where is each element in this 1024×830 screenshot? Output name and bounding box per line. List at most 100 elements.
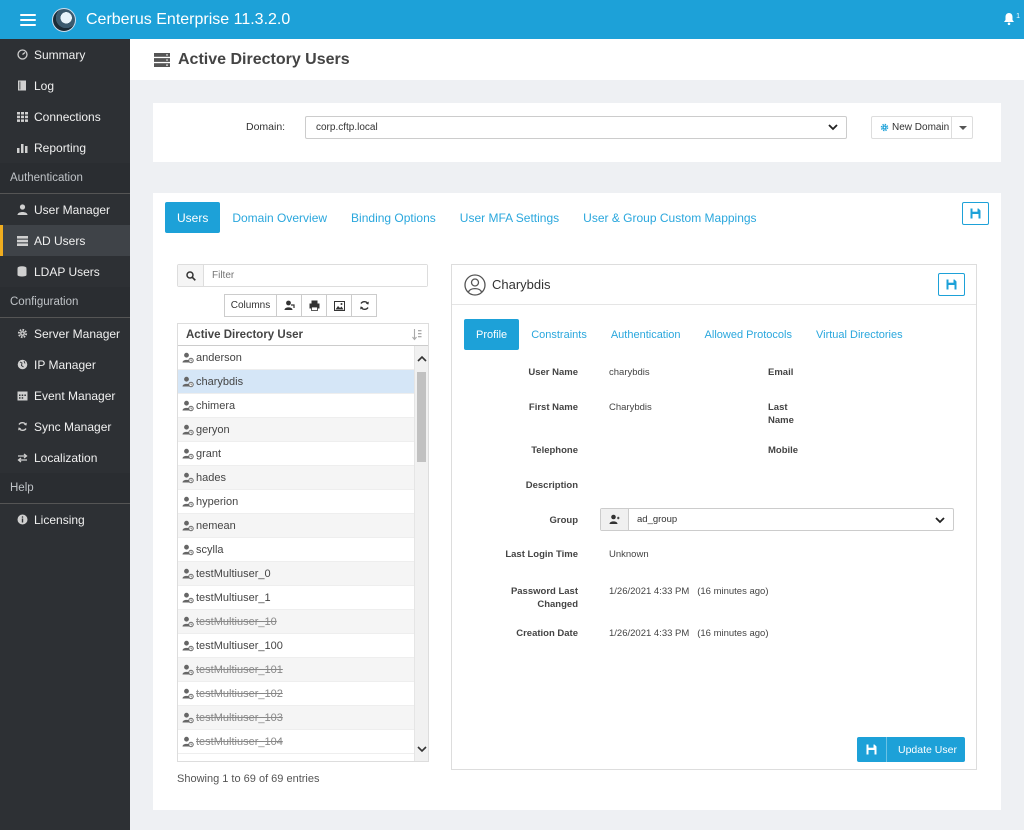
user-icon	[182, 616, 194, 627]
sidebar-item-label: Summary	[34, 47, 86, 62]
table-row[interactable]: testMultiuser_103	[178, 706, 415, 730]
save-icon	[857, 737, 887, 762]
table-row[interactable]: testMultiuser_1	[178, 586, 415, 610]
user-icon	[182, 400, 194, 411]
sidebar: Summary Log Connections Reporting Authen…	[0, 39, 130, 830]
first-name-label: First Name	[528, 402, 578, 413]
tab-allowed-protocols[interactable]: Allowed Protocols	[693, 319, 804, 350]
save-domain-button[interactable]	[962, 202, 989, 225]
sidebar-item-reporting[interactable]: Reporting	[0, 132, 130, 163]
save-user-button[interactable]	[938, 273, 965, 296]
user-circle-icon	[464, 273, 486, 296]
chevron-down-icon[interactable]	[417, 744, 427, 754]
sidebar-item-label: IP Manager	[34, 357, 96, 372]
sidebar-item-label: Sync Manager	[34, 419, 112, 434]
page-header: Active Directory Users	[130, 39, 1024, 80]
tab-virtual-directories[interactable]: Virtual Directories	[804, 319, 915, 350]
tab-constraints[interactable]: Constraints	[519, 319, 599, 350]
table-row[interactable]: scylla	[178, 538, 415, 562]
tab-user-group-custom-mappings[interactable]: User & Group Custom Mappings	[571, 202, 768, 233]
tab-users[interactable]: Users	[165, 202, 221, 233]
tab-profile[interactable]: Profile	[464, 319, 520, 350]
tab-authentication[interactable]: Authentication	[599, 319, 693, 350]
hamburger-menu-icon[interactable]	[20, 13, 36, 26]
refresh-button[interactable]	[351, 294, 377, 317]
sidebar-item-label: AD Users	[34, 233, 86, 248]
sidebar-item-ad-users[interactable]: AD Users	[0, 225, 130, 256]
sidebar-item-sync-manager[interactable]: Sync Manager	[0, 411, 130, 442]
table-row[interactable]: hades	[178, 466, 415, 490]
table-row[interactable]: nemean	[178, 514, 415, 538]
chevron-up-icon[interactable]	[417, 354, 427, 364]
table-row[interactable]: chimera	[178, 394, 415, 418]
sidebar-item-ldap-users[interactable]: LDAP Users	[0, 256, 130, 287]
sidebar-item-event-manager[interactable]: Event Manager	[0, 380, 130, 411]
user-icon	[182, 376, 194, 387]
sidebar-section-configuration: Configuration	[0, 287, 130, 318]
page-title: Active Directory Users	[178, 50, 350, 68]
list-header[interactable]: Active Directory User	[178, 324, 428, 346]
export-users-button[interactable]	[276, 294, 302, 317]
book-icon	[16, 80, 28, 92]
filter-input[interactable]	[204, 265, 427, 286]
user-name: hades	[196, 471, 226, 484]
tab-domain-overview[interactable]: Domain Overview	[220, 202, 339, 233]
user-name: scylla	[196, 543, 224, 556]
scrollbar-thumb[interactable]	[417, 372, 426, 462]
calendar-icon	[16, 390, 28, 402]
columns-button[interactable]: Columns	[224, 294, 277, 317]
user-icon	[182, 448, 194, 459]
user-name: testMultiuser_1	[196, 591, 271, 604]
last-login-value: Unknown	[609, 549, 649, 560]
database-icon	[16, 266, 28, 278]
table-row[interactable]: grant	[178, 442, 415, 466]
new-domain-button[interactable]: New Domain	[872, 117, 952, 138]
user-name: testMultiuser_103	[196, 711, 283, 724]
table-row[interactable]: anderson	[178, 346, 415, 370]
user-name: testMultiuser_102	[196, 687, 283, 700]
update-user-button[interactable]: Update User	[857, 737, 965, 762]
group-select[interactable]: ad_group	[600, 508, 954, 531]
table-row[interactable]: geryon	[178, 418, 415, 442]
tab-user-mfa-settings[interactable]: User MFA Settings	[448, 202, 571, 233]
print-button[interactable]	[301, 294, 327, 317]
sidebar-item-localization[interactable]: Localization	[0, 442, 130, 473]
sidebar-item-label: Event Manager	[34, 388, 116, 403]
sidebar-item-log[interactable]: Log	[0, 70, 130, 101]
sidebar-item-label: Connections	[34, 109, 101, 124]
table-row[interactable]: testMultiuser_102	[178, 682, 415, 706]
table-row[interactable]: testMultiuser_10	[178, 610, 415, 634]
notification-count: 1	[1016, 13, 1020, 20]
user-details-panel: Charybdis Profile Constraints Authentica…	[451, 264, 977, 770]
table-row[interactable]: testMultiuser_104	[178, 730, 415, 754]
user-icon	[182, 592, 194, 603]
sidebar-item-user-manager[interactable]: User Manager	[0, 194, 130, 225]
sidebar-item-connections[interactable]: Connections	[0, 101, 130, 132]
list-rows: anderson charybdis chimera geryon grant hades…	[178, 346, 415, 754]
list-toolbar: Columns	[224, 294, 377, 317]
user-icon	[16, 204, 28, 216]
table-row[interactable]: testMultiuser_0	[178, 562, 415, 586]
table-row[interactable]: charybdis	[178, 370, 415, 394]
table-row[interactable]: hyperion	[178, 490, 415, 514]
table-row[interactable]: testMultiuser_101	[178, 658, 415, 682]
save-icon	[946, 279, 957, 290]
list-scrollbar[interactable]	[414, 346, 428, 761]
sidebar-item-ip-manager[interactable]: IP Manager	[0, 349, 130, 380]
image-export-button[interactable]	[326, 294, 352, 317]
sidebar-item-licensing[interactable]: Licensing	[0, 504, 130, 535]
details-header: Charybdis	[452, 265, 976, 305]
domain-select[interactable]: corp.cftp.local	[305, 116, 847, 139]
tab-binding-options[interactable]: Binding Options	[339, 202, 448, 233]
user-name: geryon	[196, 423, 230, 436]
domain-panel: Domain: corp.cftp.local New Domain	[153, 103, 1001, 162]
sidebar-item-server-manager[interactable]: Server Manager	[0, 318, 130, 349]
chevron-down-icon	[935, 517, 945, 524]
table-row[interactable]: testMultiuser_100	[178, 634, 415, 658]
user-icon	[182, 712, 194, 723]
sidebar-item-summary[interactable]: Summary	[0, 39, 130, 70]
password-changed-label-line-2: Changed	[537, 599, 578, 610]
main-panel: Users Domain Overview Binding Options Us…	[153, 193, 1001, 810]
bell-icon[interactable]	[1002, 12, 1016, 26]
caret-down-icon[interactable]	[959, 125, 967, 130]
